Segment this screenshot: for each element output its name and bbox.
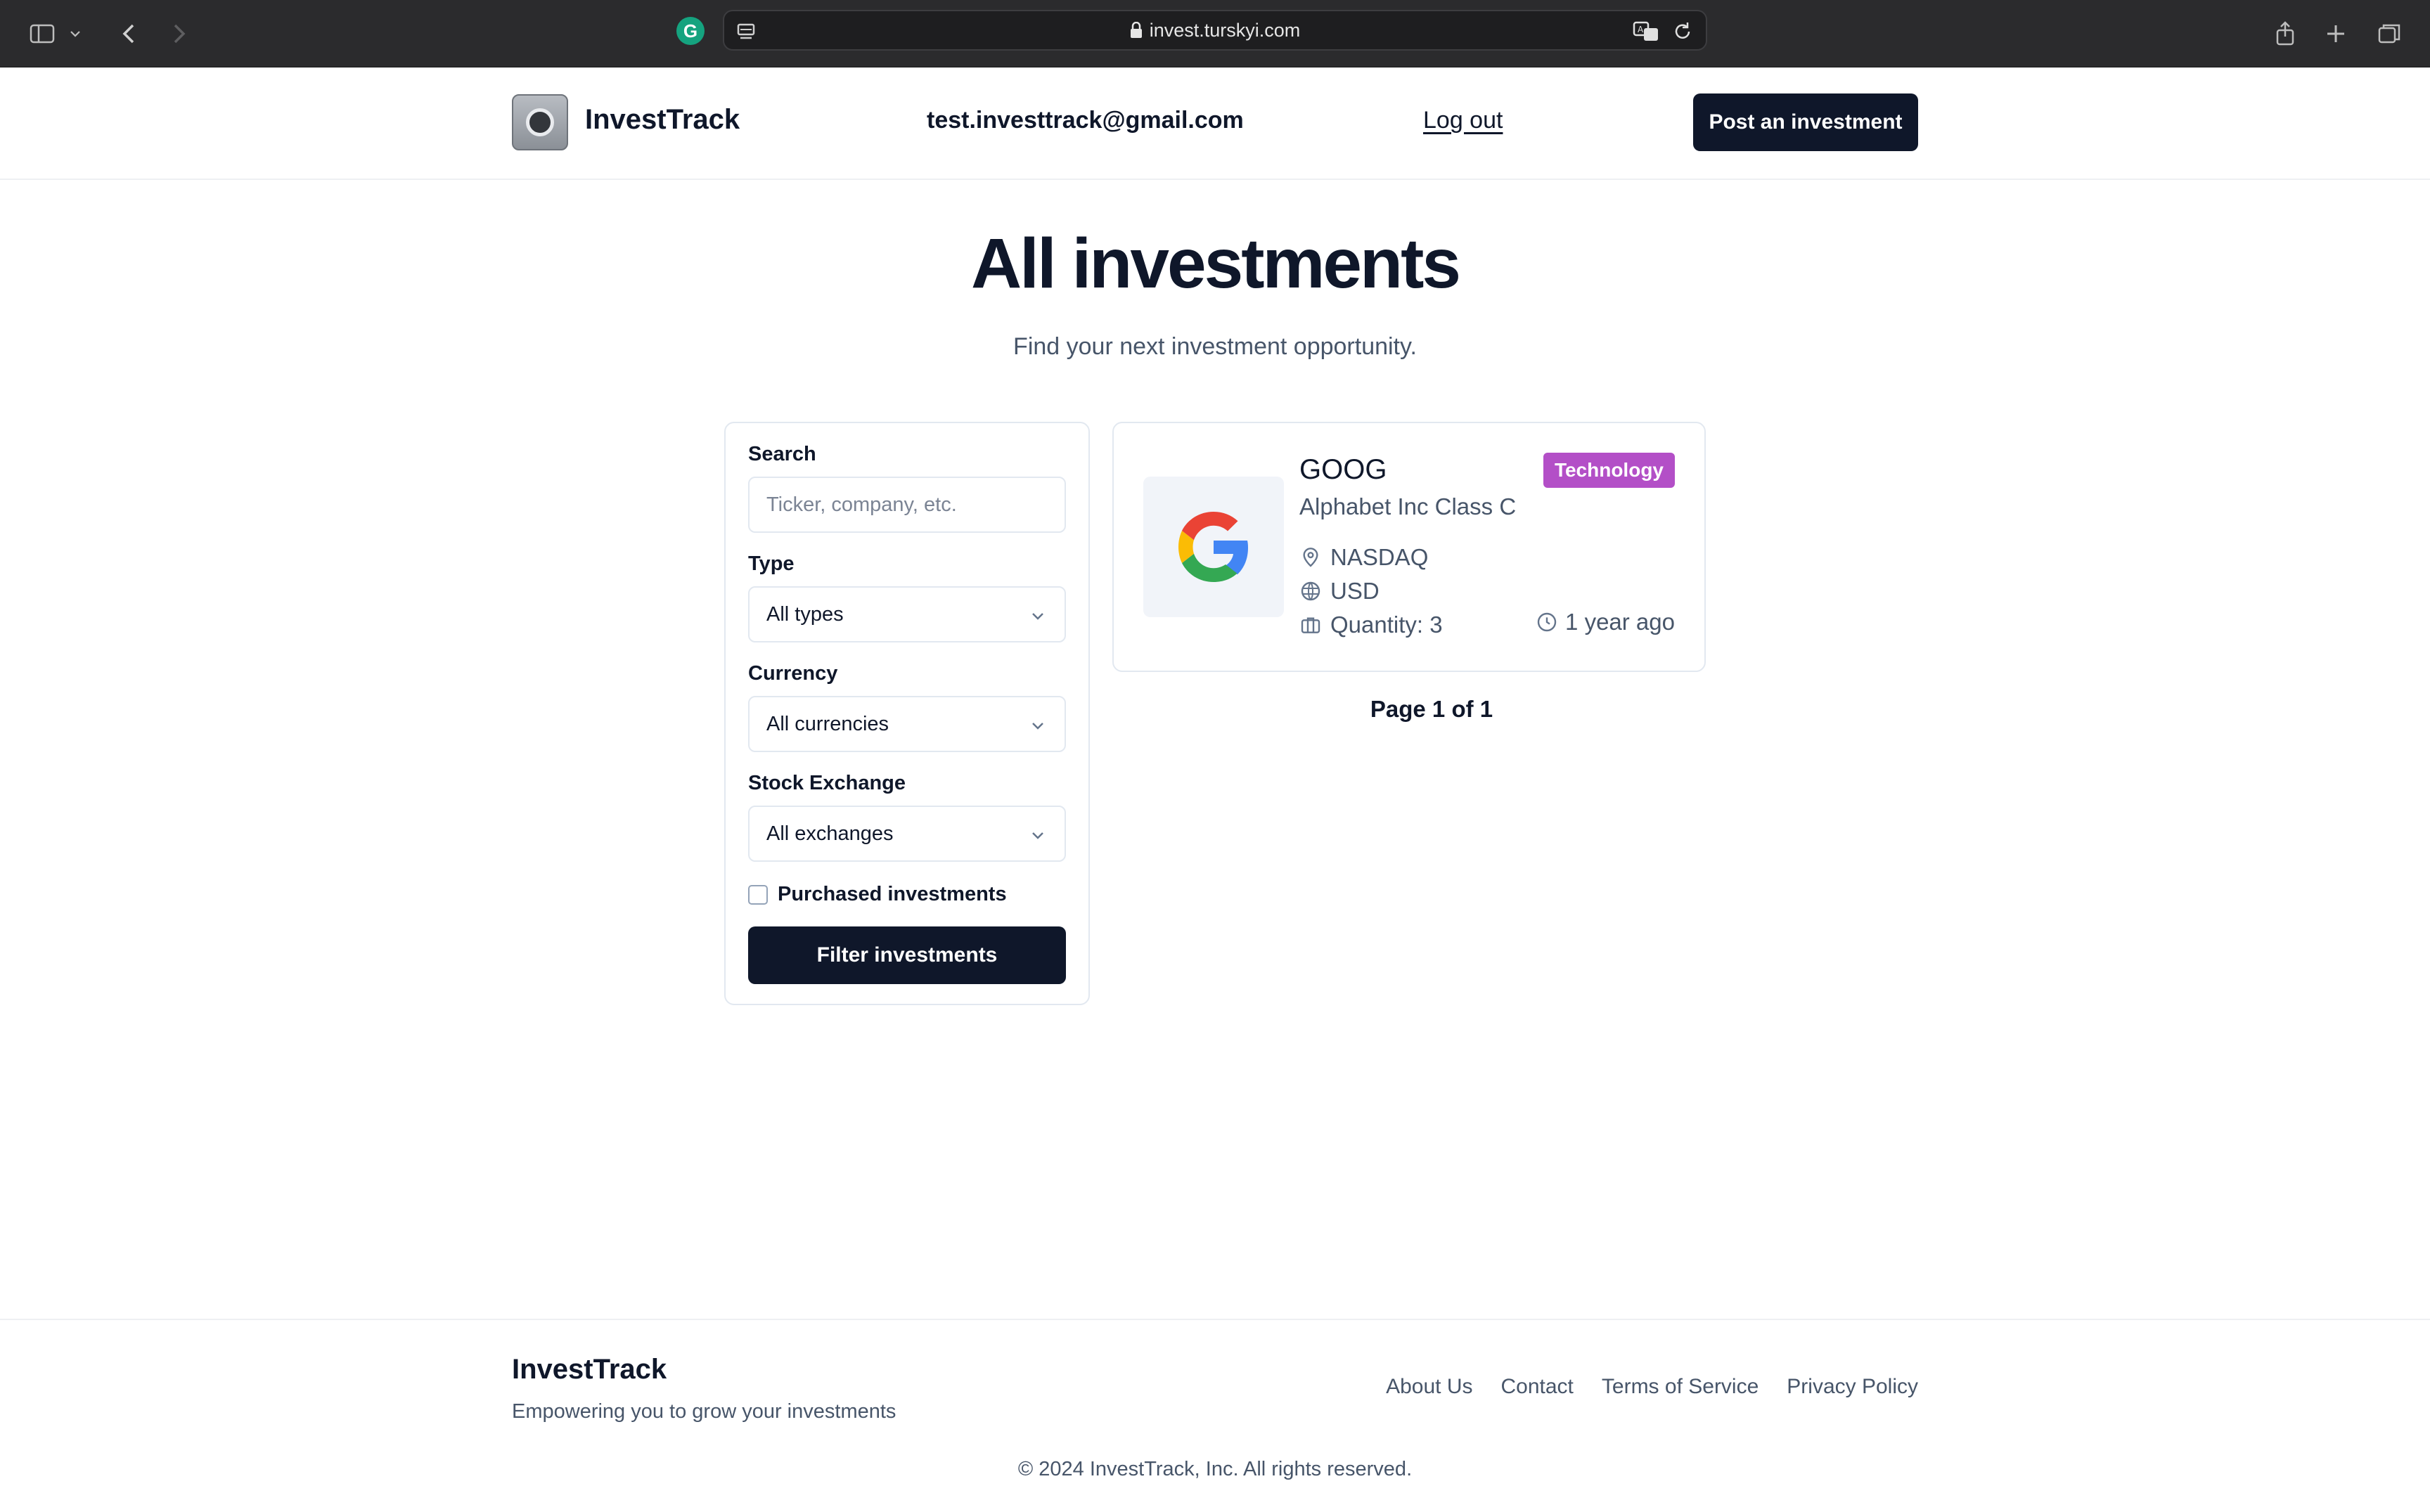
new-tab-icon[interactable] bbox=[2319, 17, 2353, 51]
posted-time-value: 1 year ago bbox=[1565, 609, 1675, 635]
url-text: invest.turskyi.com bbox=[1149, 19, 1301, 41]
page-menu-icon[interactable] bbox=[734, 20, 758, 44]
posted-time: 1 year ago bbox=[1536, 609, 1675, 635]
lock-icon bbox=[1130, 22, 1142, 38]
footer-links: About Us Contact Terms of Service Privac… bbox=[1358, 1375, 1918, 1399]
back-arrow-icon[interactable] bbox=[112, 17, 146, 51]
search-input[interactable]: Ticker, company, etc. bbox=[748, 477, 1066, 533]
page-title: All investments bbox=[970, 224, 1461, 303]
type-label: Type bbox=[748, 553, 795, 575]
footer-link-privacy[interactable]: Privacy Policy bbox=[1787, 1375, 1918, 1399]
stock-exchange-select-value: All exchanges bbox=[766, 822, 894, 845]
investment-company: Alphabet Inc Class C bbox=[1299, 493, 1517, 519]
currency-select[interactable]: All currencies bbox=[748, 696, 1066, 752]
chevron-down-icon bbox=[1032, 613, 1043, 620]
brand-logo-icon[interactable] bbox=[512, 94, 568, 150]
svg-text:A: A bbox=[1638, 25, 1644, 34]
investment-card[interactable]: GOOG Alphabet Inc Class C Technology NAS… bbox=[1112, 422, 1706, 672]
quantity-value: Quantity: 3 bbox=[1330, 612, 1443, 638]
quantity-info: Quantity: 3 bbox=[1299, 612, 1443, 638]
footer-link-contact[interactable]: Contact bbox=[1501, 1375, 1574, 1399]
type-select-value: All types bbox=[766, 602, 844, 626]
site-footer: InvestTrack Empowering you to grow your … bbox=[0, 1319, 2430, 1512]
sidebar-toggle-icon[interactable] bbox=[25, 17, 59, 51]
briefcase-icon bbox=[1301, 617, 1320, 633]
search-label: Search bbox=[748, 443, 816, 465]
share-icon[interactable] bbox=[2268, 17, 2302, 51]
filter-panel: Search Ticker, company, etc. Type All ty… bbox=[724, 422, 1090, 1005]
site-header: InvestTrack test.investtrack@gmail.com L… bbox=[0, 67, 2430, 180]
copyright: © 2024 InvestTrack, Inc. All rights rese… bbox=[1017, 1458, 1413, 1480]
currency-select-value: All currencies bbox=[766, 712, 889, 735]
forward-arrow-icon[interactable] bbox=[162, 17, 195, 51]
investment-ticker: GOOG bbox=[1299, 454, 1387, 485]
footer-link-terms[interactable]: Terms of Service bbox=[1602, 1375, 1759, 1399]
google-logo-icon bbox=[1143, 477, 1284, 617]
translate-icon[interactable]: A bbox=[1633, 20, 1661, 44]
currency-info: USD bbox=[1299, 578, 1380, 605]
tab-overview-icon[interactable] bbox=[2372, 17, 2406, 51]
filter-investments-button[interactable]: Filter investments bbox=[748, 926, 1066, 984]
currency-label: Currency bbox=[748, 662, 838, 685]
footer-brand: InvestTrack bbox=[512, 1354, 667, 1385]
grammarly-extension-icon[interactable]: G bbox=[676, 17, 705, 45]
brand-name[interactable]: InvestTrack bbox=[585, 104, 740, 136]
browser-toolbar: G invest.turskyi.com A bbox=[0, 0, 2430, 67]
stock-exchange-label: Stock Exchange bbox=[748, 772, 906, 794]
address-bar[interactable]: invest.turskyi.com A bbox=[723, 10, 1707, 51]
map-pin-icon bbox=[1303, 548, 1318, 567]
currency-value: USD bbox=[1330, 578, 1380, 604]
type-select[interactable]: All types bbox=[748, 586, 1066, 642]
category-badge: Technology bbox=[1543, 453, 1675, 488]
chevron-down-icon bbox=[1032, 723, 1043, 730]
purchased-investments-option[interactable]: Purchased investments bbox=[748, 883, 1007, 906]
reload-icon[interactable] bbox=[1671, 20, 1695, 44]
logout-link[interactable]: Log out bbox=[1423, 107, 1503, 134]
chevron-down-icon bbox=[1032, 832, 1043, 839]
globe-icon bbox=[1301, 581, 1320, 601]
footer-link-about[interactable]: About Us bbox=[1386, 1375, 1472, 1399]
chevron-down-icon[interactable] bbox=[65, 17, 86, 51]
exchange-info: NASDAQ bbox=[1299, 544, 1428, 571]
page-subtitle: Find your next investment opportunity. bbox=[1013, 333, 1417, 360]
user-email: test.investtrack@gmail.com bbox=[927, 107, 1244, 134]
pagination-status: Page 1 of 1 bbox=[1370, 696, 1493, 722]
exchange-value: NASDAQ bbox=[1330, 544, 1429, 570]
footer-tagline: Empowering you to grow your investments bbox=[512, 1400, 896, 1423]
purchased-investments-checkbox[interactable] bbox=[748, 884, 768, 905]
post-investment-button[interactable]: Post an investment bbox=[1693, 93, 1918, 151]
purchased-investments-label[interactable]: Purchased investments bbox=[778, 883, 1007, 906]
stock-exchange-select[interactable]: All exchanges bbox=[748, 806, 1066, 862]
clock-icon bbox=[1537, 612, 1557, 632]
